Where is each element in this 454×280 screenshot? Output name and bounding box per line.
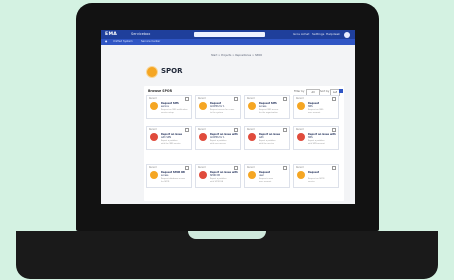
card-tag: Recent [296, 166, 304, 169]
top-navigation-bar: EMA Servicebox Gros Achat Settings Helpd… [101, 30, 355, 39]
card-tag: Recent [247, 128, 255, 131]
service-icon [297, 102, 305, 110]
sort-label: Sort by [320, 90, 330, 93]
card-subtitle-line2: to the system [210, 111, 224, 114]
search-input[interactable] [194, 32, 265, 37]
card-bookmark-icon[interactable] [283, 128, 287, 132]
service-card[interactable]: Recent Report an issue with Report a proble… [244, 126, 290, 150]
card-tag: Recent [149, 128, 157, 131]
card-title-line2: SPOR DB [210, 174, 220, 177]
card-tag: Recent [247, 166, 255, 169]
card-subtitle-line2: with user access [210, 142, 226, 145]
sub-navigation-bar: ● Unified System Service Center [101, 39, 355, 45]
card-title-line2: user [259, 174, 264, 177]
laptop-notch [188, 231, 266, 239]
card-bookmark-icon[interactable] [185, 166, 189, 170]
service-card[interactable]: Recent Report an issue with SPOR DB Report … [195, 164, 241, 188]
card-title-line2: access [259, 105, 267, 108]
card-bookmark-icon[interactable] [283, 97, 287, 101]
spor-icon [146, 66, 158, 78]
card-subtitle-line2: user account [259, 180, 272, 183]
card-bookmark-icon[interactable] [185, 128, 189, 132]
subnav-item[interactable]: Service Center [141, 39, 160, 45]
card-bookmark-icon[interactable] [234, 128, 238, 132]
card-subtitle-line2: with SMS account [308, 142, 325, 145]
card-tag: Recent [198, 166, 206, 169]
card-subtitle-line2: with the service [259, 142, 275, 145]
service-icon [297, 171, 305, 179]
card-subtitle-line2: service [308, 180, 315, 183]
card-title-line2: with [259, 136, 264, 139]
card-subtitle-line2: service setup [161, 111, 174, 114]
card-bookmark-icon[interactable] [332, 166, 336, 170]
card-tag: Recent [296, 128, 304, 131]
service-card[interactable]: Recent Request user Request a new user accou… [244, 164, 290, 188]
service-icon [199, 133, 207, 141]
service-icon [248, 133, 256, 141]
service-card[interactable]: Recent Request SMS access Request SMS acces… [244, 95, 290, 119]
card-title-line2: SMS [308, 136, 313, 139]
user-avatar-icon[interactable] [344, 31, 350, 38]
card-bookmark-icon[interactable] [332, 128, 336, 132]
card-subtitle-line2: user account [308, 111, 321, 114]
card-title-line2: ACCESS for 1 [210, 105, 225, 108]
card-subtitle-line2: with SPOR DB [210, 180, 224, 183]
menu-item[interactable]: Settings [312, 30, 324, 39]
service-card[interactable]: Recent Request ACCESS for 1 Request access … [195, 95, 241, 119]
services-panel: Browse SPOR Filter by All Sort by A-Z Re… [144, 86, 344, 201]
service-card[interactable]: Recent Request SPOR DB access Request datab… [146, 164, 192, 188]
grid-view-icon[interactable] [339, 89, 343, 93]
card-title: Request [308, 171, 320, 174]
card-bookmark-icon[interactable] [234, 166, 238, 170]
card-title-line2: ACCESS for 1 [210, 136, 225, 139]
card-bookmark-icon[interactable] [234, 97, 238, 101]
service-icon [150, 133, 158, 141]
laptop-base [16, 231, 438, 279]
service-card[interactable]: Recent Report an issue with SMS Report a pr… [146, 126, 192, 150]
home-icon[interactable]: ● [105, 39, 107, 45]
service-icon [150, 102, 158, 110]
card-tag: Recent [198, 128, 206, 131]
service-icon [297, 133, 305, 141]
card-title-line2: access [161, 174, 169, 177]
menu-item[interactable]: Helpdesk [326, 30, 340, 39]
card-tag: Recent [296, 97, 304, 100]
page-title: SPOR [161, 67, 183, 75]
subnav-item[interactable]: Unified System [113, 39, 133, 45]
card-subtitle-line2: for SPOR [161, 180, 170, 183]
card-tag: Recent [149, 166, 157, 169]
card-bookmark-icon[interactable] [185, 97, 189, 101]
card-title-line2: with SMS [161, 136, 172, 139]
service-card[interactable]: Recent Request SMS service Request an SMS n… [146, 95, 192, 119]
card-tag: Recent [247, 97, 255, 100]
service-icon [199, 102, 207, 110]
service-card[interactable]: Recent Request Request an SPOR service [293, 164, 339, 188]
card-bookmark-icon[interactable] [283, 166, 287, 170]
service-icon [248, 102, 256, 110]
app-logo[interactable]: EMA [105, 30, 117, 39]
service-icon [248, 171, 256, 179]
service-icon [150, 171, 158, 179]
panel-title: Browse SPOR [148, 89, 173, 93]
card-bookmark-icon[interactable] [332, 97, 336, 101]
breadcrumb[interactable]: Start > Projects > Repositories > SPOR [211, 54, 262, 57]
service-icon [199, 171, 207, 179]
screen: EMA Servicebox Gros Achat Settings Helpd… [101, 30, 355, 204]
card-title-line2: SMS [308, 105, 313, 108]
app-name: Servicebox [131, 32, 151, 36]
service-card[interactable]: Recent Report an issue with ACCESS for 1 Re… [195, 126, 241, 150]
card-subtitle-line2: for the organisation [259, 111, 278, 114]
card-tag: Recent [149, 97, 157, 100]
card-title-line2: service [161, 105, 169, 108]
service-card[interactable]: Recent Request SMS Request an SMS user accou… [293, 95, 339, 119]
card-tag: Recent [198, 97, 206, 100]
filter-label: Filter by [294, 90, 305, 93]
service-card[interactable]: Recent Report an issue with SMS Report a pr… [293, 126, 339, 150]
menu-item[interactable]: Gros Achat [293, 30, 309, 39]
card-subtitle-line2: with the SMS service [161, 142, 181, 145]
